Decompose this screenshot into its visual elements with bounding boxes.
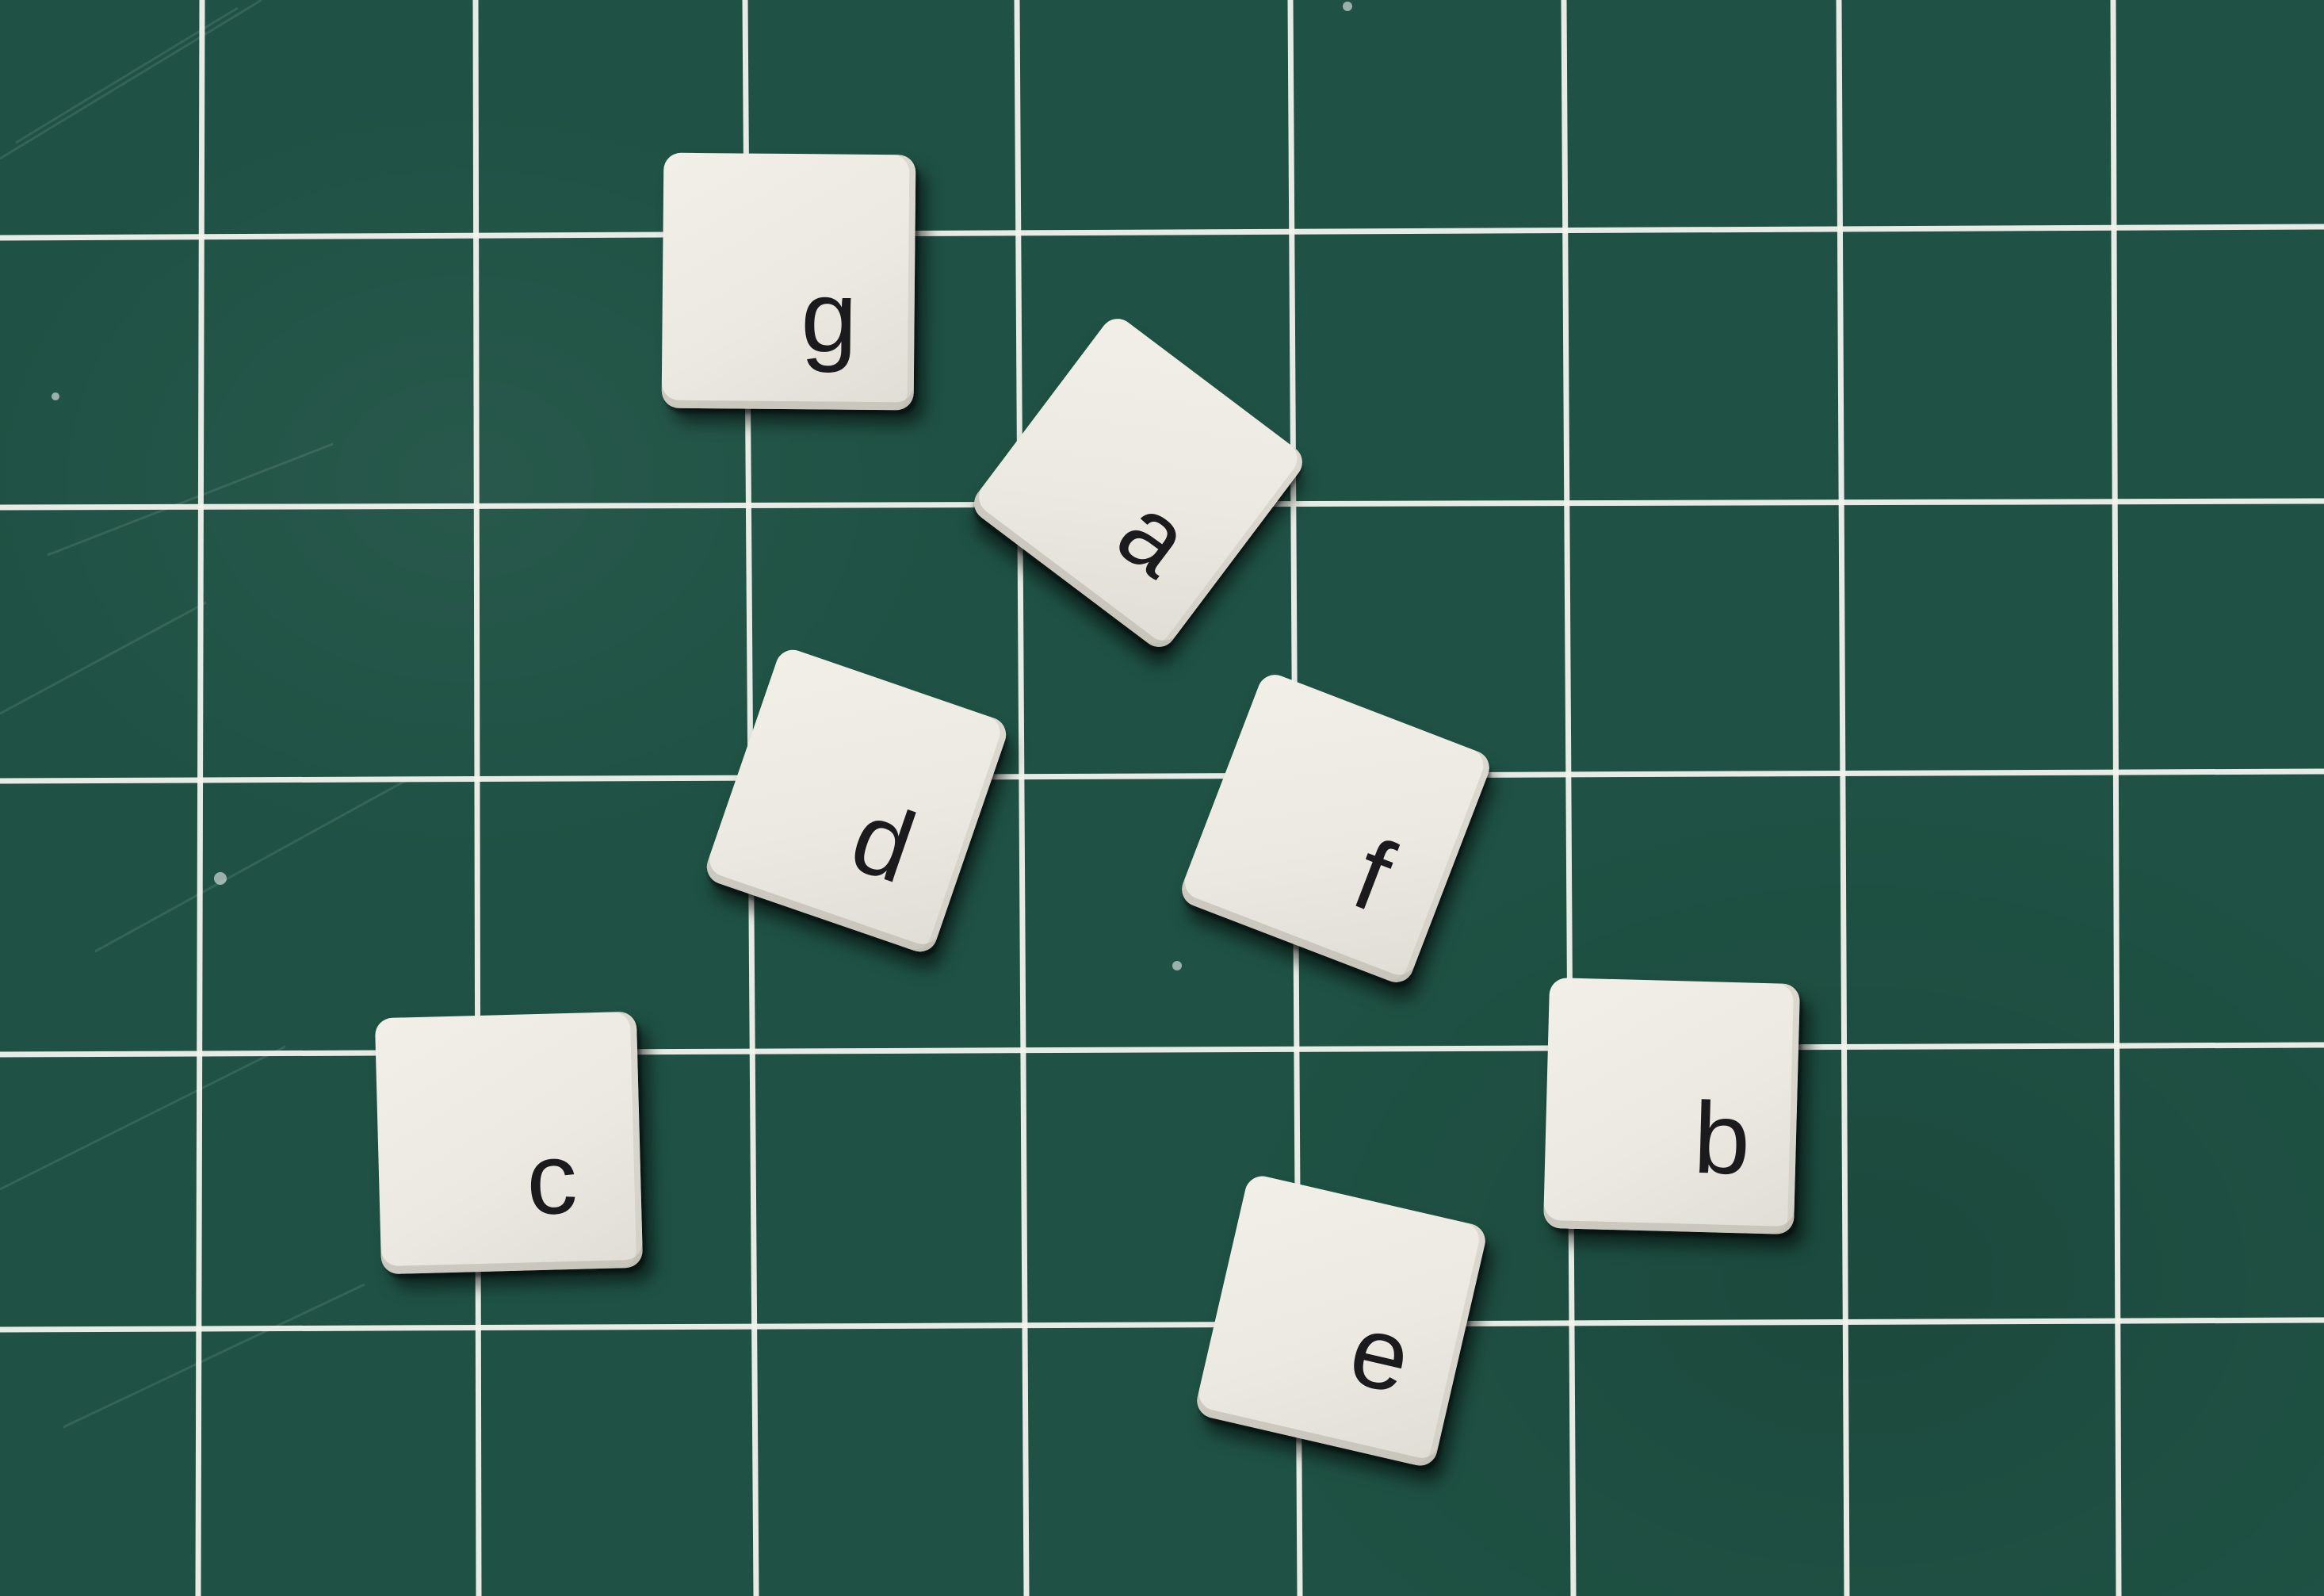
tile-letter: d [838,779,929,905]
tile-letter: e [1340,1292,1421,1416]
letter-tile-g: g [661,152,916,411]
cutting-mat-grid [0,0,2324,1596]
letter-tile-c: c [374,1011,644,1275]
grid-line-horizontal [0,224,2324,241]
grid-line-vertical [1014,0,1030,1596]
letter-tile-b: b [1542,977,1801,1235]
tile-letter: c [525,1121,579,1237]
cutting-mat-photo: g a d f c b e [0,0,2324,1596]
grid-line-vertical [1836,0,1850,1596]
grid-line-horizontal [0,1317,2324,1333]
grid-line-vertical [1561,0,1577,1596]
grid-line-horizontal [0,768,2324,784]
grid-line-vertical [472,0,482,1596]
tile-letter: g [800,260,858,374]
tile-letter: f [1339,817,1407,934]
grid-line-vertical [2110,0,2122,1596]
tile-letter: a [1097,473,1211,599]
tile-letter: b [1691,1081,1752,1196]
grid-line-horizontal [0,1042,2324,1058]
